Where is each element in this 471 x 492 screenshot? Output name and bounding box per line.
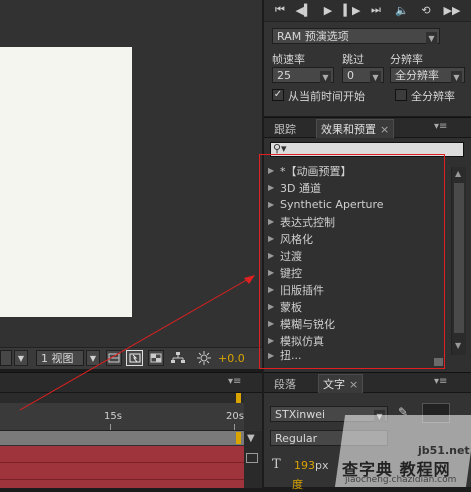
close-icon[interactable]: ×: [349, 378, 358, 391]
font-size-unit: px: [315, 459, 329, 472]
font-family-value: STXinwei: [275, 407, 326, 421]
font-size-icon: T: [272, 457, 281, 472]
font-size-value[interactable]: 193: [294, 459, 315, 472]
tab-character[interactable]: 文字 ×: [318, 374, 364, 393]
tab-paragraph[interactable]: 段落: [274, 375, 296, 393]
watermark-url: jiaocheng.chazidian.com: [345, 475, 457, 485]
tracking-label[interactable]: 度: [292, 476, 303, 492]
panel-menu-icon[interactable]: ▾≡: [434, 376, 447, 387]
tab-character-label: 文字: [323, 378, 345, 391]
font-style-value: Regular: [275, 431, 318, 445]
character-tab-bar: 段落 文字 × ▾≡: [264, 373, 471, 393]
